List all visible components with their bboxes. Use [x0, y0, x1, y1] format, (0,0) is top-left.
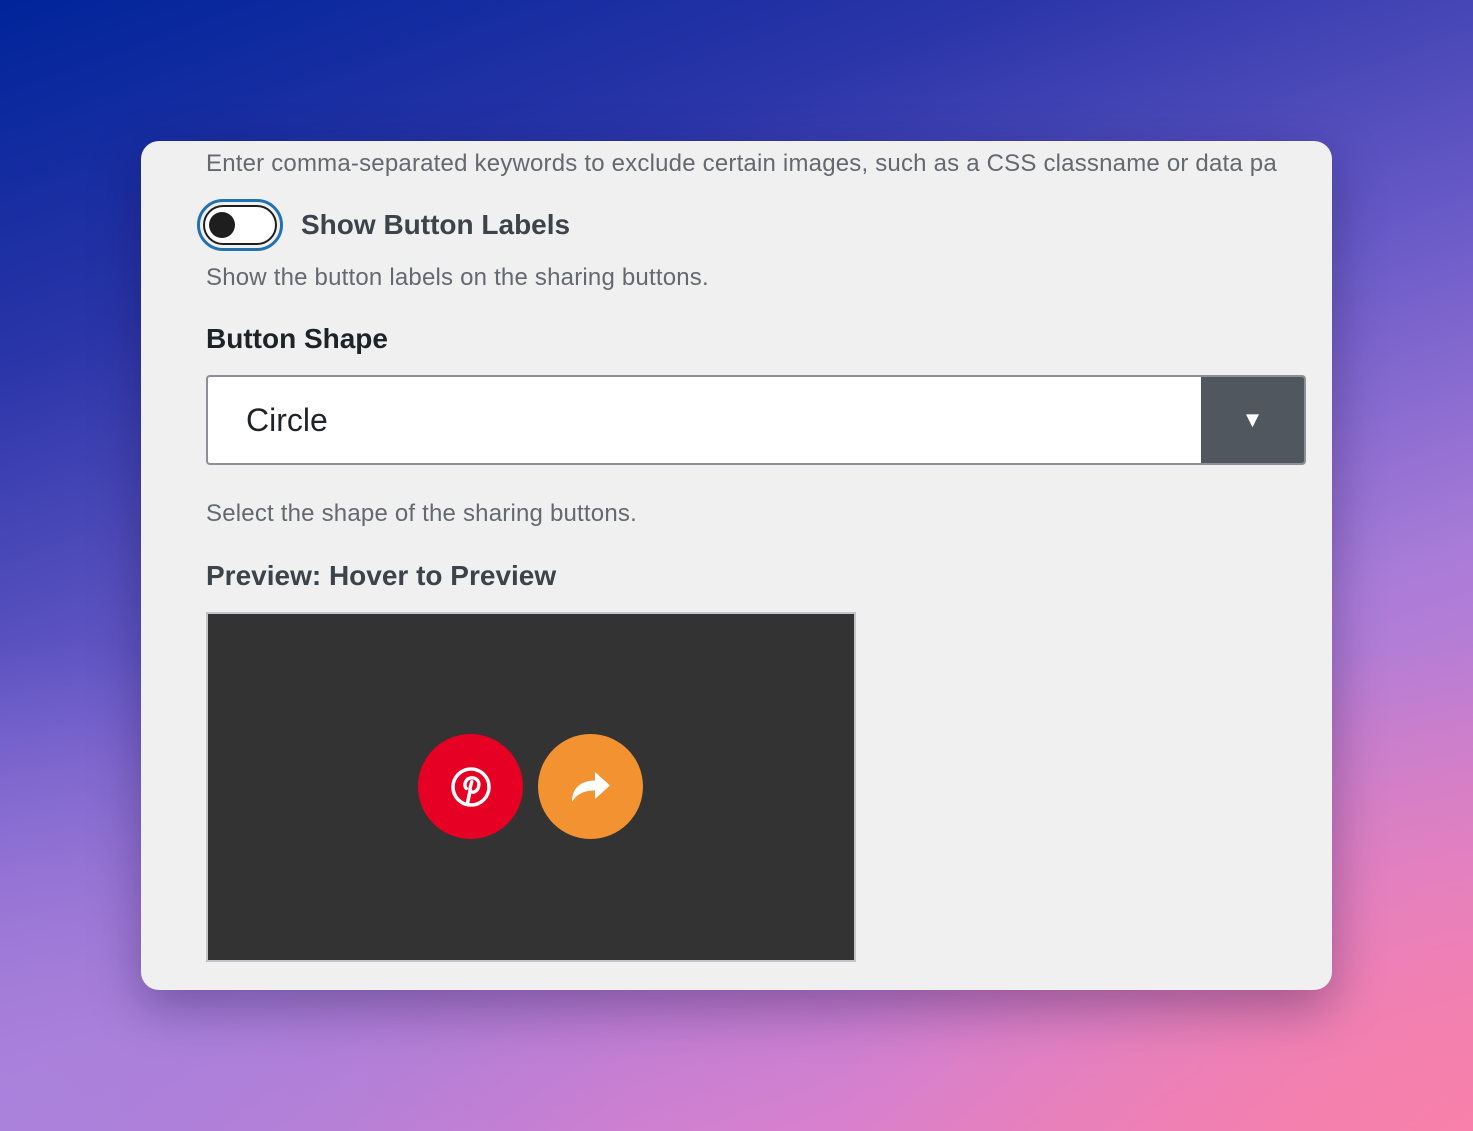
show-button-labels-help-text: Show the button labels on the sharing bu…	[206, 264, 709, 291]
toggle-knob	[209, 212, 235, 238]
pinterest-share-button[interactable]	[418, 734, 523, 839]
button-shape-help-text: Select the shape of the sharing buttons.	[206, 500, 637, 527]
share-arrow-icon	[571, 771, 610, 802]
button-shape-select[interactable]: Circle ▼	[206, 375, 1306, 465]
settings-panel: Enter comma-separated keywords to exclud…	[141, 141, 1332, 990]
chevron-down-icon[interactable]: ▼	[1201, 377, 1304, 463]
button-shape-label: Button Shape	[206, 323, 388, 354]
show-button-labels-label[interactable]: Show Button Labels	[301, 209, 570, 241]
preview-label: Preview: Hover to Preview	[206, 560, 557, 591]
toggle-track	[203, 205, 277, 245]
share-more-button[interactable]	[538, 734, 643, 839]
exclude-images-help-text: Enter comma-separated keywords to exclud…	[206, 150, 1277, 177]
show-button-labels-toggle[interactable]	[197, 199, 283, 251]
sharing-buttons-preview[interactable]	[206, 612, 856, 962]
show-button-labels-row: Show Button Labels	[197, 199, 570, 251]
button-shape-selected-value[interactable]: Circle	[208, 377, 1201, 463]
pinterest-icon	[450, 766, 491, 807]
